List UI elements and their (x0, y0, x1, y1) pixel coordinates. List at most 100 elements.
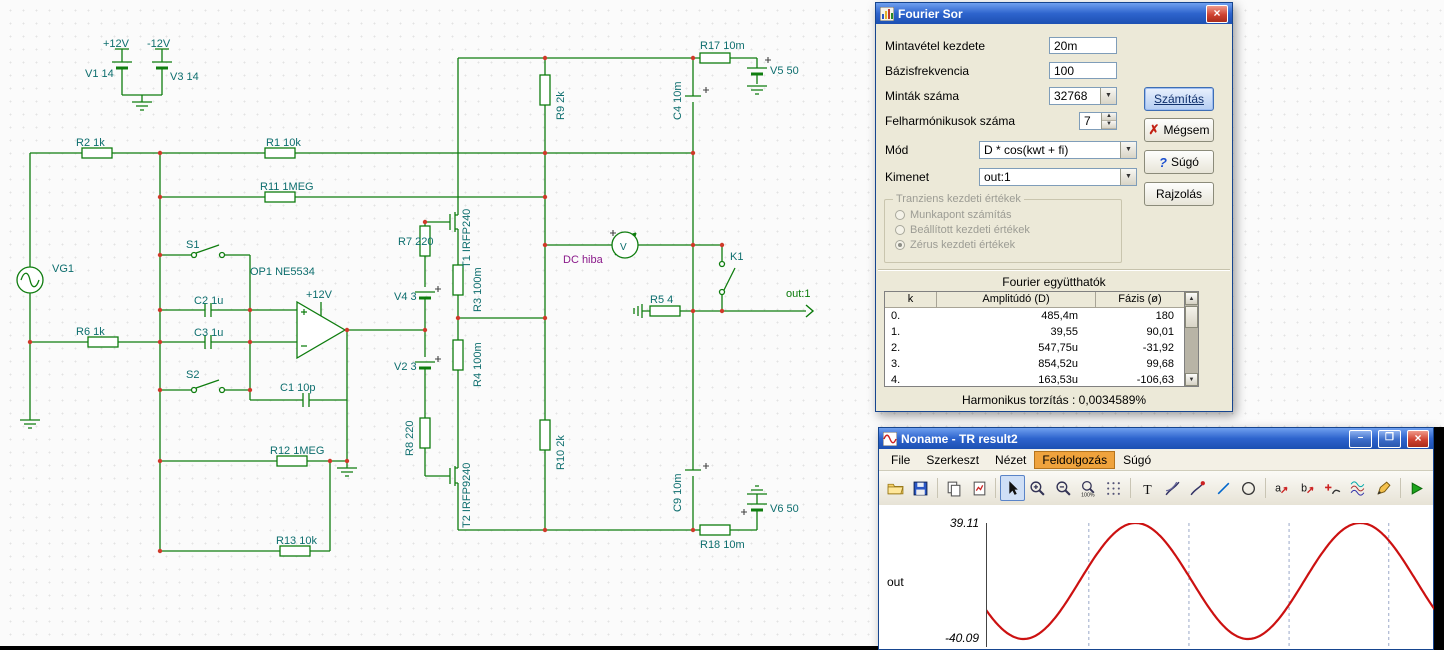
distortion-text: Harmonikus torzítás : 0,0034589% (961, 393, 1147, 407)
output-value: out:1 (984, 170, 1011, 184)
table-row[interactable]: 3. 854,52u 99,68 (885, 356, 1184, 372)
run-icon[interactable] (1405, 475, 1429, 501)
spin-up-icon[interactable]: ▲ (1102, 113, 1116, 121)
fourier-dialog-title: Fourier Sor (898, 6, 963, 21)
mode-select[interactable]: D * cos(kwt + fi) ▼ (979, 141, 1137, 159)
cursor-plus-icon[interactable] (1321, 475, 1345, 501)
ellipse-tool-icon[interactable] (1236, 475, 1260, 501)
schematic-components[interactable] (16, 52, 731, 557)
cell-phase: -106,63 (1136, 374, 1174, 386)
table-row[interactable]: 4. 163,53u -106,63 (885, 372, 1184, 388)
probe-icon[interactable] (1160, 475, 1184, 501)
tr-window-titlebar[interactable]: Noname - TR result2 – ❐ × (879, 428, 1433, 449)
open-folder-icon[interactable] (883, 475, 907, 501)
copy-page-icon[interactable] (967, 475, 991, 501)
marker-b-label: b (1301, 482, 1307, 494)
menu-nezet[interactable]: Nézet (987, 451, 1034, 469)
label-plus12v: +12V (103, 38, 130, 50)
label-r10: R10 2k (555, 435, 567, 470)
table-scrollbar[interactable]: ▲ ▼ (1184, 291, 1199, 387)
tr-plot-area[interactable]: 39.11 -40.09 out (879, 505, 1435, 649)
chevron-down-icon[interactable]: ▼ (1120, 142, 1136, 158)
label-c2: C2 1u (194, 295, 223, 307)
label-r17: R17 10m (700, 40, 745, 52)
cancel-button-label: Mégsem (1163, 123, 1210, 137)
grid-icon[interactable] (1102, 475, 1126, 501)
tr-menubar: File Szerkeszt Nézet Feldolgozás Súgó (879, 449, 1433, 471)
label-r4: R4 100m (472, 342, 484, 387)
scroll-down-icon[interactable]: ▼ (1185, 373, 1198, 386)
label-r1: R1 10k (266, 137, 301, 149)
fourier-dialog-titlebar[interactable]: Fourier Sor × (876, 3, 1232, 24)
scroll-up-icon[interactable]: ▲ (1185, 292, 1198, 305)
marker-b-icon[interactable]: b (1295, 475, 1319, 501)
cancel-button[interactable]: ✗ Mégsem (1144, 118, 1214, 142)
marker-a-icon[interactable]: a (1270, 475, 1294, 501)
desktop: +12V -12V V1 14 V3 14 R2 1k R1 10k R11 1… (0, 0, 1444, 650)
toolbar-separator (936, 478, 938, 498)
label-base-frequency: Bázisfrekvencia (885, 64, 970, 78)
spin-down-icon[interactable]: ▼ (1102, 121, 1116, 129)
zoom-out-icon[interactable] (1051, 475, 1075, 501)
radio-selected-icon (895, 240, 905, 250)
coefficients-table: k Amplitúdó (D) Fázis (ø) 0. 485,4m 180 … (884, 291, 1185, 387)
save-icon[interactable] (908, 475, 932, 501)
pencil-icon[interactable] (1371, 475, 1395, 501)
label-op1: OP1 NE5534 (250, 266, 315, 278)
label-op-supply: +12V (306, 289, 333, 301)
minimize-icon[interactable]: – (1349, 429, 1372, 448)
restore-icon[interactable]: ❐ (1378, 429, 1401, 448)
label-t1: T1 IRFP240 (461, 209, 473, 268)
schematic-labels: +12V -12V V1 14 V3 14 R2 1k R1 10k R11 1… (52, 38, 810, 551)
base-frequency-input[interactable]: 100 (1049, 62, 1117, 79)
sample-count-select[interactable]: 32768 ▼ (1049, 87, 1117, 105)
radio-label: Munkapont számítás (910, 209, 1012, 221)
label-v1: V1 14 (85, 68, 114, 80)
chevron-down-icon[interactable]: ▼ (1120, 169, 1136, 185)
zoom-100-icon[interactable]: 100% (1076, 475, 1100, 501)
output-select[interactable]: out:1 ▼ (979, 168, 1137, 186)
cursor-tool-icon[interactable] (1000, 475, 1025, 501)
tr-plot-svg[interactable] (986, 523, 1435, 647)
table-row[interactable]: 1. 39,55 90,01 (885, 324, 1184, 340)
label-c9: C9 10m (672, 473, 684, 512)
label-r3: R3 100m (472, 267, 484, 312)
cell-phase: 180 (1155, 310, 1174, 322)
cell-amplitude: 163,53u (1038, 374, 1078, 386)
probe-alt-icon[interactable] (1186, 475, 1210, 501)
calculate-button[interactable]: Számítás (1144, 87, 1214, 111)
table-row[interactable]: 0. 485,4m 180 (885, 308, 1184, 324)
close-icon[interactable]: × (1206, 4, 1228, 23)
y-axis-title: out (887, 575, 904, 589)
text-tool-icon[interactable]: T (1135, 475, 1159, 501)
marker-a-label: a (1276, 482, 1282, 494)
help-button[interactable]: ? Súgó (1144, 150, 1214, 174)
zoom-in-icon[interactable] (1026, 475, 1050, 501)
sample-count-value: 32768 (1054, 89, 1088, 103)
label-v2: V2 3 (394, 361, 417, 373)
label-out1: out:1 (786, 288, 810, 300)
menu-szerkeszt[interactable]: Szerkeszt (918, 451, 987, 469)
cell-amplitude: 485,4m (1041, 310, 1078, 322)
label-r5: R5 4 (650, 294, 673, 306)
screen-edge (0, 646, 878, 650)
close-icon[interactable]: × (1407, 429, 1429, 448)
sampling-start-input[interactable]: 20m (1049, 37, 1117, 54)
menu-feldolgozas[interactable]: Feldolgozás (1034, 450, 1116, 469)
draw-button[interactable]: Rajzolás (1144, 182, 1214, 206)
menu-file[interactable]: File (883, 451, 918, 469)
label-harmonics-count: Felharmónikusok száma (885, 114, 1016, 128)
label-output: Kimenet (885, 170, 930, 184)
copy-icon[interactable] (942, 475, 966, 501)
scrollbar-thumb[interactable] (1185, 306, 1198, 328)
harmonics-count-stepper[interactable]: 7 ▲ ▼ (1079, 112, 1117, 130)
line-tool-icon[interactable] (1211, 475, 1235, 501)
menu-sugo[interactable]: Súgó (1115, 451, 1159, 469)
chevron-down-icon[interactable]: ▼ (1100, 88, 1116, 104)
label-v6: V6 50 (770, 503, 799, 515)
radio-icon (895, 225, 905, 235)
table-row[interactable]: 2. 547,75u -31,92 (885, 340, 1184, 356)
harmonics-icon[interactable] (1346, 475, 1370, 501)
label-s1: S1 (186, 239, 199, 251)
label-r12: R12 1MEG (270, 445, 324, 457)
